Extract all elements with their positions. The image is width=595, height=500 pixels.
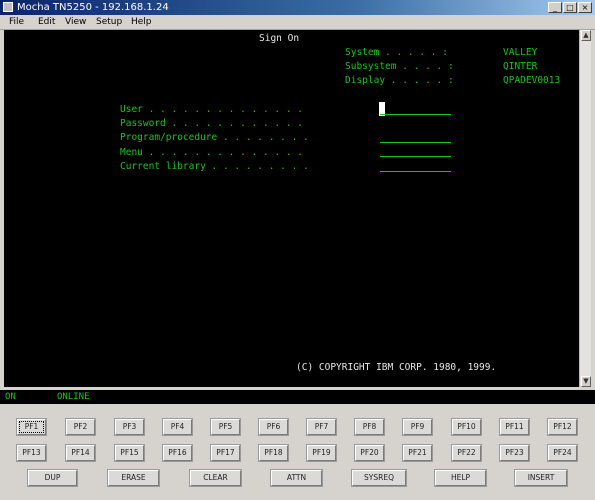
key-pf15[interactable]: PF15 [115, 445, 144, 461]
key-pf24[interactable]: PF24 [548, 445, 577, 461]
key-pf19[interactable]: PF19 [307, 445, 336, 461]
title-bar: Mocha TN5250 - 192.168.1.24 _ □ × [0, 0, 595, 15]
key-pf1[interactable]: PF1 [17, 419, 46, 435]
menu-edit[interactable]: Edit [38, 16, 55, 28]
menu-setup[interactable]: Setup [96, 16, 122, 28]
key-pf10[interactable]: PF10 [452, 419, 481, 435]
library-label: Current library . . . . . . . . . [120, 161, 309, 172]
user-label: User . . . . . . . . . . . . . . [120, 104, 304, 115]
key-pf14[interactable]: PF14 [66, 445, 95, 461]
key-pf4[interactable]: PF4 [163, 419, 192, 435]
terminal-screen[interactable]: Sign On System . . . . . : VALLEY Subsys… [4, 30, 579, 387]
key-pf23[interactable]: PF23 [500, 445, 529, 461]
key-pf21[interactable]: PF21 [403, 445, 432, 461]
vertical-scrollbar[interactable]: ▲ ▼ [579, 30, 591, 387]
key-pf11[interactable]: PF11 [500, 419, 529, 435]
window-title: Mocha TN5250 - 192.168.1.24 [17, 2, 169, 13]
library-field[interactable] [380, 171, 451, 172]
status-mode: ONLINE [57, 392, 90, 402]
system-label: System . . . . . : [345, 47, 448, 58]
status-line: ON ONLINE [0, 390, 595, 404]
key-pf5[interactable]: PF5 [211, 419, 240, 435]
key-pf6[interactable]: PF6 [259, 419, 288, 435]
program-field[interactable] [380, 142, 451, 143]
key-dup[interactable]: DUP [28, 470, 77, 486]
display-label: Display . . . . . : [345, 75, 454, 86]
menu-label: Menu . . . . . . . . . . . . . . [120, 147, 304, 158]
key-erase[interactable]: ERASE [108, 470, 159, 486]
key-help[interactable]: HELP [435, 470, 486, 486]
password-label: Password . . . . . . . . . . . . [120, 118, 304, 129]
key-pf13[interactable]: PF13 [17, 445, 46, 461]
key-sysreq[interactable]: SYSREQ [352, 470, 406, 486]
screen-heading: Sign On [259, 33, 300, 44]
menu-bar: File Edit View Setup Help [0, 15, 595, 30]
key-pf22[interactable]: PF22 [452, 445, 481, 461]
key-pf3[interactable]: PF3 [115, 419, 144, 435]
key-pf2[interactable]: PF2 [66, 419, 95, 435]
copyright-notice: (C) COPYRIGHT IBM CORP. 1980, 1999. [296, 362, 497, 373]
display-value: QPADEV0013 [503, 75, 561, 86]
user-field[interactable] [380, 114, 451, 115]
subsystem-label: Subsystem . . . . : [345, 61, 454, 72]
close-button[interactable]: × [578, 2, 592, 13]
minimize-button[interactable]: _ [548, 2, 562, 13]
function-keypad: PF1 PF2 PF3 PF4 PF5 PF6 PF7 PF8 PF9 PF10… [0, 406, 595, 500]
key-pf12[interactable]: PF12 [548, 419, 577, 435]
key-pf18[interactable]: PF18 [259, 445, 288, 461]
key-insert[interactable]: INSERT [515, 470, 567, 486]
key-pf8[interactable]: PF8 [355, 419, 384, 435]
key-pf17[interactable]: PF17 [211, 445, 240, 461]
key-attn[interactable]: ATTN [271, 470, 322, 486]
menu-help[interactable]: Help [131, 16, 152, 28]
key-pf16[interactable]: PF16 [163, 445, 192, 461]
key-clear[interactable]: CLEAR [190, 470, 241, 486]
menu-field[interactable] [380, 156, 451, 157]
key-pf9[interactable]: PF9 [403, 419, 432, 435]
subsystem-value: QINTER [503, 61, 538, 72]
app-icon[interactable] [3, 2, 13, 12]
system-value: VALLEY [503, 47, 538, 58]
menu-file[interactable]: File [9, 16, 24, 28]
scroll-down-icon[interactable]: ▼ [581, 376, 591, 387]
status-indicator: ON [5, 392, 16, 402]
scroll-up-icon[interactable]: ▲ [581, 30, 591, 41]
key-pf7[interactable]: PF7 [307, 419, 336, 435]
maximize-button[interactable]: □ [563, 2, 577, 13]
program-label: Program/procedure . . . . . . . . [120, 132, 309, 143]
menu-view[interactable]: View [65, 16, 86, 28]
key-pf20[interactable]: PF20 [355, 445, 384, 461]
